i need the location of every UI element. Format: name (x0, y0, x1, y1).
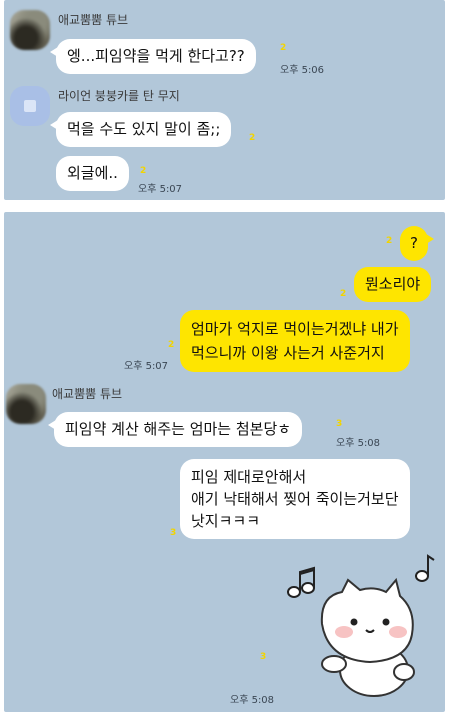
my-message-bubble[interactable]: ? (400, 226, 434, 261)
message-bubble[interactable]: 먹을 수도 있지 말이 좀;; (49, 112, 232, 147)
unread-count: 3 (260, 652, 267, 662)
message-time: 오후 5:06 (280, 65, 325, 76)
music-note-icon (415, 554, 435, 582)
my-message-bubble[interactable]: 뭔소리야 (354, 267, 432, 302)
music-note-icon (287, 566, 315, 598)
message-line: 엄마가 억지로 먹이는거겠냐 내가 (191, 320, 399, 338)
message-bubble[interactable]: 피임약 계산 해주는 엄마는 첨본당ㅎ (47, 412, 303, 447)
message-line: 먹으니까 이왕 사는거 사준거지 (191, 344, 385, 362)
message-line: 낫지ㅋㅋㅋ (191, 512, 261, 530)
unread-count: 3 (336, 419, 343, 429)
avatar-default[interactable] (10, 86, 50, 126)
unread-count: 3 (170, 528, 177, 538)
default-profile-icon (24, 100, 36, 112)
avatar-aegyo-tube[interactable] (10, 10, 50, 50)
message-line: 피임 제대로안해서 (191, 468, 307, 486)
white-cat-sticker[interactable] (282, 552, 442, 702)
message-line: 애기 낙태해서 찢어 죽이는거보단 (191, 490, 399, 508)
message-bubble[interactable]: 엥...피임약을 먹게 한다고?? (50, 39, 256, 74)
sender-name: 애교뿜뿜 튜브 (52, 387, 123, 401)
unread-count: 2 (280, 43, 287, 53)
chat-panel-bottom: 2 ? 2 뭔소리야 2 오후 5:07 엄마가 억지로 먹이는거겠냐 내가 먹… (4, 212, 445, 712)
sender-name: 라이언 붕붕카를 탄 무지 (58, 89, 180, 103)
message-bubble[interactable]: 외글에.. (56, 156, 129, 191)
chat-panel-top: 애교뿜뿜 튜브 엥...피임약을 먹게 한다고?? 2 오후 5:06 라이언 … (4, 0, 445, 200)
message-time: 오후 5:08 (336, 438, 381, 449)
unread-count: 2 (386, 236, 393, 246)
message-time: 오후 5:08 (230, 695, 275, 706)
unread-count: 2 (168, 340, 175, 350)
message-time: 오후 5:07 (138, 184, 183, 195)
unread-count: 2 (340, 289, 347, 299)
unread-count: 2 (249, 133, 256, 143)
sender-name: 애교뿜뿜 튜브 (58, 13, 129, 27)
message-time: 오후 5:07 (124, 361, 169, 372)
my-message-bubble[interactable]: 엄마가 억지로 먹이는거겠냐 내가 먹으니까 이왕 사는거 사준거지 (180, 310, 410, 372)
unread-count: 2 (140, 166, 147, 176)
message-bubble[interactable]: 피임 제대로안해서 애기 낙태해서 찢어 죽이는거보단 낫지ㅋㅋㅋ (180, 459, 410, 539)
avatar-aegyo-tube[interactable] (6, 384, 46, 424)
